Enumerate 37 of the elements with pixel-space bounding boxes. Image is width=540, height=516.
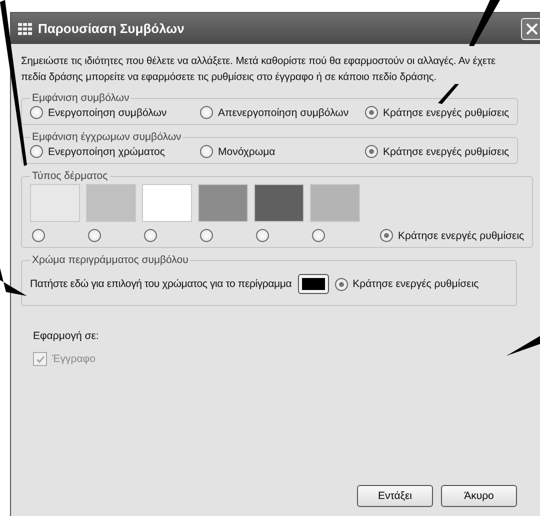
window-title: Παρουσίαση Συμβόλων <box>38 21 184 36</box>
leader-line <box>506 336 540 356</box>
group-label: Εμφάνιση έγχρωμων συμβόλων <box>31 131 182 143</box>
radio-option[interactable]: Ενεργοποίηση χρώματος <box>30 145 200 158</box>
skin-swatch[interactable] <box>86 184 136 222</box>
group-label: Τύπος δέρματος <box>31 170 109 182</box>
dialog-button[interactable]: Άκυρο <box>441 485 517 507</box>
apply-to-label: Εφαρμογή σε: <box>33 330 100 342</box>
close-icon <box>526 22 538 34</box>
close-button[interactable] <box>521 18 540 40</box>
color-picker-button[interactable] <box>298 274 329 294</box>
skin-swatch[interactable] <box>198 184 248 222</box>
radio-option[interactable]: Μονόχρωμα <box>200 145 365 158</box>
radio-option[interactable]: Κράτησε ενεργές ρυθμίσεις <box>365 145 510 158</box>
skin-swatch[interactable] <box>30 184 80 222</box>
checkmark-icon <box>34 354 46 364</box>
radio-button[interactable] <box>144 229 157 242</box>
skin-swatch[interactable] <box>254 184 304 222</box>
grid-icon <box>17 20 33 36</box>
radio-option[interactable]: Κράτησε ενεργές ρυθμίσεις <box>365 106 510 119</box>
radio-option[interactable]: Απενεργοποίηση συμβόλων <box>200 106 365 119</box>
dialog-button[interactable]: Εντάξει <box>357 485 433 507</box>
skin-swatch[interactable] <box>142 184 192 222</box>
radio-option[interactable]: Ενεργοποίηση συμβόλων <box>30 106 200 119</box>
radio-button[interactable] <box>200 229 213 242</box>
prompt-text: Πατήστε εδώ για επιλογή του χρώματος για το περίγραμμα <box>30 278 292 290</box>
radio-button[interactable] <box>32 229 45 242</box>
radio-option[interactable]: Κράτησε ενεργές ρυθμίσεις <box>334 278 479 290</box>
skin-swatch[interactable] <box>310 184 360 222</box>
radio-option[interactable]: Κράτησε ενεργές ρυθμίσεις <box>380 229 524 242</box>
radio-button[interactable] <box>88 229 101 242</box>
radio-button[interactable] <box>312 229 325 242</box>
group-label: Χρώμα περιγράμματος συμβόλου <box>31 254 190 266</box>
instructions-text: Σημειώστε τις ιδιότητες που θέλετε να αλλάξετε. Μετά καθορίστε πού θα εφαρμοστούν οι αλλαγές. Αν έχετε πεδία δράσης μπορείτε να εφαρμόσετε τις ρυθμίσεις στο έγγραφο ή σε κάποιο πεδίο δράσης. <box>21 55 496 85</box>
leader-line <box>0 268 27 296</box>
radio-button[interactable] <box>256 229 269 242</box>
group-label: Εμφάνιση συμβόλων <box>31 92 130 104</box>
